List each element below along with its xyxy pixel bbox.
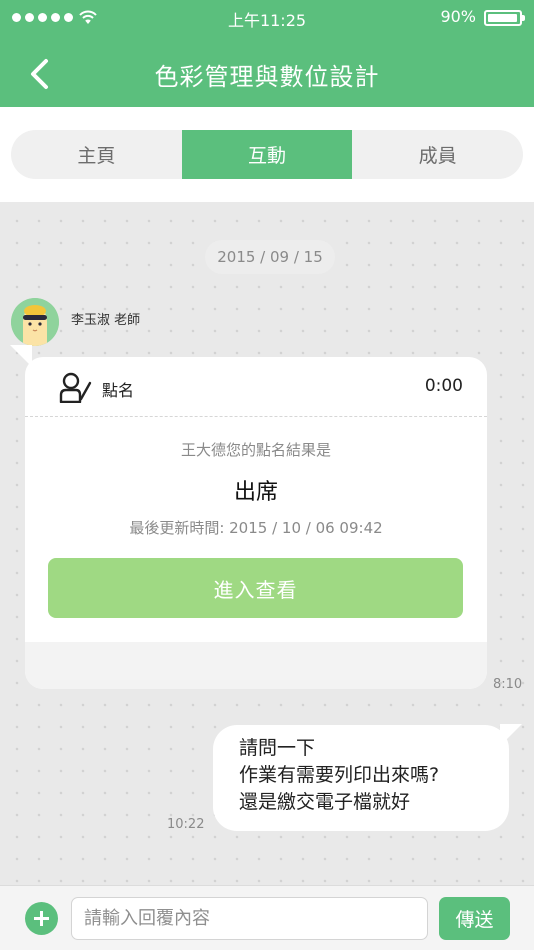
send-button[interactable]: 傳送: [439, 897, 510, 940]
avatar-illustration-icon: [11, 298, 59, 346]
message-timestamp: 8:10: [493, 677, 523, 692]
card-footer: [25, 642, 487, 689]
message-line: 請問一下: [239, 737, 316, 759]
teacher-avatar[interactable]: [11, 298, 59, 346]
result-value: 出席: [233, 480, 278, 505]
back-button[interactable]: [26, 56, 54, 92]
message-timestamp: 10:22: [167, 817, 205, 832]
date-separator: 2015 / 09 / 15: [205, 240, 335, 274]
rollcall-card: 點名 0:00 王大德您的點名結果是 出席 最後更新時間: 2015 / 10 …: [25, 357, 487, 689]
message-line: 還是繳交電子檔就好: [239, 791, 411, 813]
tab-home[interactable]: 主頁: [11, 130, 182, 179]
tab-group: 主頁 互動 成員: [11, 130, 523, 179]
add-attachment-button[interactable]: [25, 902, 58, 935]
card-title: 點名: [102, 381, 135, 400]
reply-input[interactable]: [71, 897, 428, 940]
battery-percent: 90%: [440, 7, 476, 26]
result-label: 王大德您的點名結果是: [180, 441, 331, 459]
rollcall-icon: [59, 372, 92, 403]
tab-interaction[interactable]: 互動: [181, 130, 353, 179]
tab-bar: 主頁 互動 成員: [0, 107, 534, 202]
sender-name: 李玉淑 老師: [71, 313, 141, 328]
tab-members[interactable]: 成員: [352, 130, 523, 179]
message-line: 作業有需要列印出來嗎?: [239, 764, 440, 786]
page-title: 色彩管理與數位設計: [154, 63, 380, 91]
card-timer: 0:00: [424, 376, 463, 396]
status-bar: 上午11:25 90%: [0, 0, 534, 36]
view-details-button[interactable]: 進入查看: [48, 558, 463, 618]
composer-bar: 傳送: [0, 885, 534, 950]
outgoing-message[interactable]: 請問一下 作業有需要列印出來嗎? 還是繳交電子檔就好: [213, 725, 509, 831]
app-header: 上午11:25 90% 色彩管理與數位設計: [0, 0, 534, 107]
battery-icon: [484, 10, 525, 26]
last-updated: 最後更新時間: 2015 / 10 / 06 09:42: [129, 519, 383, 537]
card-header: 點名 0:00: [25, 357, 487, 417]
chat-area[interactable]: 2015 / 09 / 15 李玉淑 老師 點名 0:00 王大德您的點名結果是…: [0, 202, 534, 885]
